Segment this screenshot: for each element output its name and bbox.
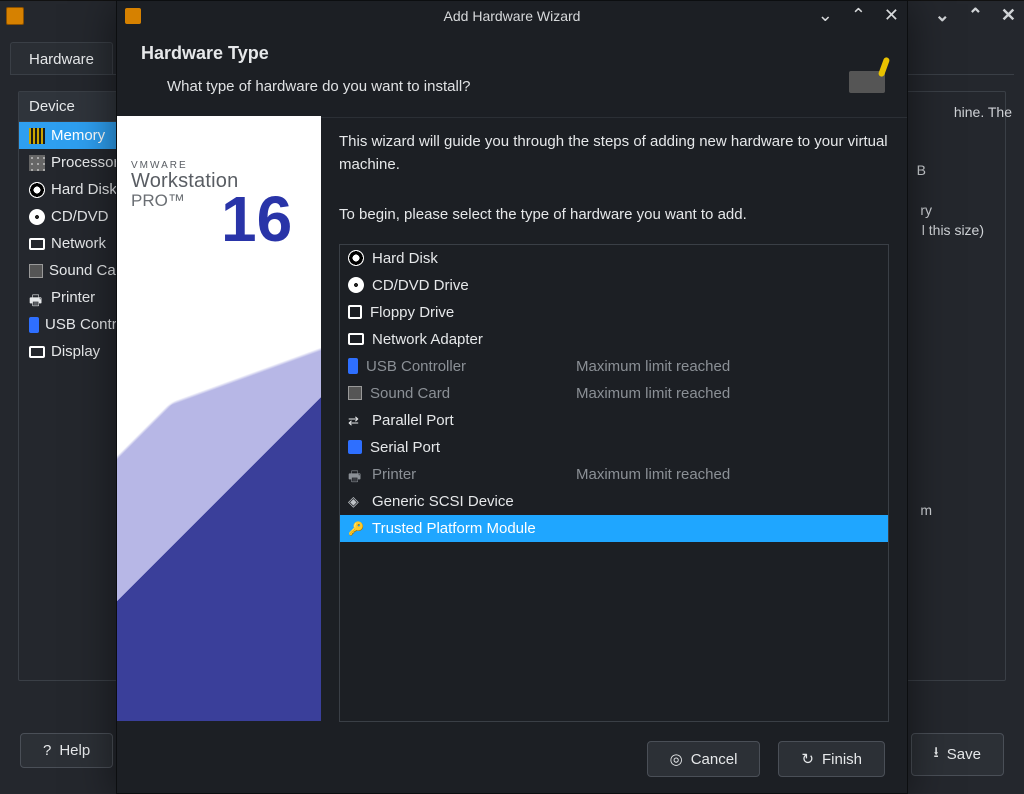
cpu-icon xyxy=(29,155,45,171)
help-button-label: Help xyxy=(59,742,90,759)
add-hardware-wizard-dialog: Add Hardware Wizard ⌄ ⌃ ✕ Hardware Type … xyxy=(116,0,908,794)
hw-option-note: Maximum limit reached xyxy=(576,466,730,483)
hw-option-usb: USB Controller Maximum limit reached xyxy=(340,353,888,380)
help-button[interactable]: ? Help xyxy=(20,733,113,768)
save-button[interactable]: ⭳ Save xyxy=(911,733,1004,776)
detail-text-frag5: m xyxy=(920,499,932,523)
usb-icon xyxy=(348,358,358,374)
device-label: Network xyxy=(51,235,106,252)
wizard-intro-2: To begin, please select the type of hard… xyxy=(339,203,889,226)
wizard-window-controls: ⌄ ⌃ ✕ xyxy=(818,5,899,26)
vm-settings-window-controls: ⌄ ⌃ ✕ xyxy=(935,5,1016,26)
maximize-icon[interactable]: ⌃ xyxy=(968,5,983,26)
finish-button[interactable]: ↻ Finish xyxy=(778,741,885,777)
wizard-header: Hardware Type What type of hardware do y… xyxy=(117,31,907,118)
tpm-icon xyxy=(348,520,364,536)
minimize-icon[interactable]: ⌄ xyxy=(818,5,833,26)
floppy-icon xyxy=(348,305,362,319)
disk-icon xyxy=(348,250,364,266)
wizard-header-title: Hardware Type xyxy=(141,43,883,64)
hw-option-label: Trusted Platform Module xyxy=(372,520,536,537)
wizard-titlebar: Add Hardware Wizard ⌄ ⌃ ✕ xyxy=(117,1,907,31)
hardware-type-list[interactable]: Hard Disk CD/DVD Drive Floppy Drive Netw… xyxy=(339,244,889,722)
wizard-body: VMWARE Workstation PRO™ 16 This wizard w… xyxy=(117,116,907,721)
disk-icon xyxy=(29,182,45,198)
parallel-icon xyxy=(348,412,364,428)
save-icon: ⭳ xyxy=(934,742,939,767)
wizard-title: Add Hardware Wizard xyxy=(444,8,581,24)
hw-option-label: Serial Port xyxy=(370,439,440,456)
device-label: Processors xyxy=(51,154,126,171)
close-icon[interactable]: ✕ xyxy=(1001,5,1016,26)
hw-option-note: Maximum limit reached xyxy=(576,358,730,375)
sound-icon xyxy=(348,386,362,400)
hw-option-label: Generic SCSI Device xyxy=(372,493,514,510)
hw-option-label: Sound Card xyxy=(370,385,450,402)
cd-icon xyxy=(29,209,45,225)
hw-option-printer: Printer Maximum limit reached xyxy=(340,461,888,488)
hw-option-label: Network Adapter xyxy=(372,331,483,348)
cancel-icon: ◎ xyxy=(670,750,683,768)
hw-option-hard-disk[interactable]: Hard Disk xyxy=(340,245,888,272)
tab-hardware[interactable]: Hardware xyxy=(10,42,113,74)
finish-button-label: Finish xyxy=(822,751,862,768)
serial-icon xyxy=(348,440,362,454)
wizard-buttons-bar: ◎ Cancel ↻ Finish xyxy=(117,741,907,777)
app-icon xyxy=(6,7,24,25)
hw-option-floppy[interactable]: Floppy Drive xyxy=(340,299,888,326)
detail-text-frag4: l this size) xyxy=(922,219,984,243)
wizard-header-subtitle: What type of hardware do you want to ins… xyxy=(167,78,883,95)
usb-icon xyxy=(29,317,39,333)
refresh-icon: ↻ xyxy=(801,750,814,768)
device-label: CD/DVD xyxy=(51,208,109,225)
printer-icon xyxy=(348,466,364,482)
maximize-icon[interactable]: ⌃ xyxy=(851,5,866,26)
wizard-right-pane: This wizard will guide you through the s… xyxy=(321,116,907,721)
cancel-button-label: Cancel xyxy=(691,751,738,768)
save-button-label: Save xyxy=(947,746,981,763)
device-label: Printer xyxy=(51,289,95,306)
hw-option-parallel[interactable]: Parallel Port xyxy=(340,407,888,434)
network-icon xyxy=(348,333,364,345)
scsi-icon xyxy=(348,493,364,509)
printer-icon xyxy=(29,290,45,306)
network-icon xyxy=(29,238,45,250)
hw-option-network[interactable]: Network Adapter xyxy=(340,326,888,353)
wizard-intro-1: This wizard will guide you through the s… xyxy=(339,130,889,177)
hw-option-sound: Sound Card Maximum limit reached xyxy=(340,380,888,407)
sound-icon xyxy=(29,264,43,278)
app-icon xyxy=(125,8,141,24)
hw-option-note: Maximum limit reached xyxy=(576,385,730,402)
wizard-side-image: VMWARE Workstation PRO™ 16 xyxy=(117,116,321,721)
hw-option-label: USB Controller xyxy=(366,358,466,375)
brand-block: VMWARE Workstation PRO™ 16 xyxy=(131,160,238,211)
device-label: Display xyxy=(51,343,100,360)
hw-option-scsi[interactable]: Generic SCSI Device xyxy=(340,488,888,515)
device-label: Hard Disk xyxy=(51,181,117,198)
display-icon xyxy=(29,346,45,358)
hw-option-label: Floppy Drive xyxy=(370,304,454,321)
cd-icon xyxy=(348,277,364,293)
memory-icon xyxy=(29,128,45,144)
hw-option-cddvd[interactable]: CD/DVD Drive xyxy=(340,272,888,299)
cancel-button[interactable]: ◎ Cancel xyxy=(647,741,761,777)
detail-text-frag2: B xyxy=(917,159,926,183)
close-icon[interactable]: ✕ xyxy=(884,5,899,26)
hw-option-label: Printer xyxy=(372,466,416,483)
hw-option-serial[interactable]: Serial Port xyxy=(340,434,888,461)
hardware-chip-icon xyxy=(849,71,885,93)
brand-version: 16 xyxy=(221,182,292,256)
hw-option-label: CD/DVD Drive xyxy=(372,277,469,294)
minimize-icon[interactable]: ⌄ xyxy=(935,5,950,26)
hw-option-label: Parallel Port xyxy=(372,412,454,429)
detail-text-frag1: hine. The xyxy=(954,101,1012,125)
device-label: Memory xyxy=(51,127,105,144)
hw-option-tpm[interactable]: Trusted Platform Module xyxy=(340,515,888,542)
hw-option-label: Hard Disk xyxy=(372,250,438,267)
help-icon: ? xyxy=(43,742,51,759)
